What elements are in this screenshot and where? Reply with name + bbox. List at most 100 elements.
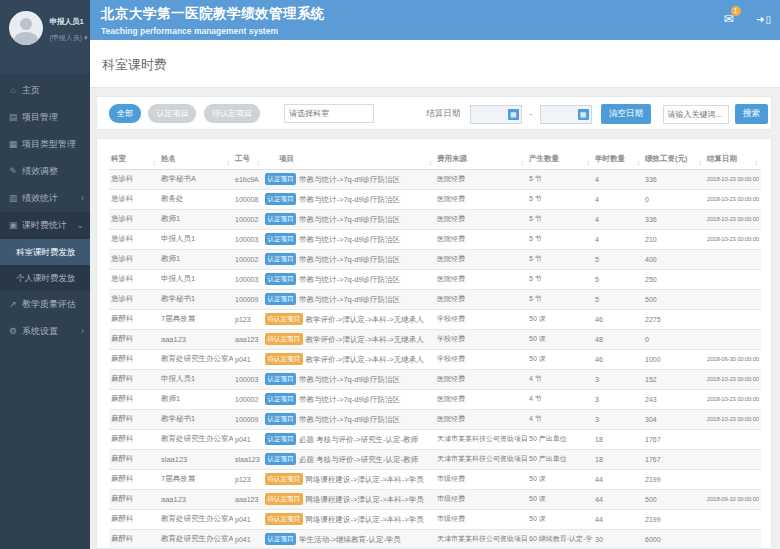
sort-icon[interactable]: ↕ xyxy=(637,159,641,166)
cell-date: 2018-10-23 00:00:00 xyxy=(705,169,761,189)
cell-source: 医院经费 xyxy=(435,269,527,289)
sort-icon[interactable]: ↕ xyxy=(227,159,231,166)
sort-icon[interactable]: ↕ xyxy=(521,159,525,166)
user-panel[interactable]: 申报人员1 (申报人员) ▾ xyxy=(0,0,90,74)
fee-table: 科室↕姓名↕工号↕项目↕费用来源↕产生数量↕学时数量↕绩效工资(元)↕结算日期↕… xyxy=(109,151,761,549)
user-role[interactable]: (申报人员) ▾ xyxy=(49,33,87,43)
project-type-badge[interactable]: 认定项目 xyxy=(265,193,296,205)
project-type-badge[interactable]: 认定项目 xyxy=(265,213,296,225)
column-header[interactable]: 工号↕ xyxy=(233,151,263,169)
sort-icon[interactable]: ↕ xyxy=(429,159,433,166)
project-type-badge[interactable]: 待认定项目 xyxy=(265,513,303,525)
sidebar-item-personal-fee[interactable]: 个人课时费发放 xyxy=(0,265,90,291)
sidebar-item-perf-adjust[interactable]: ✎绩效调整 xyxy=(0,158,90,185)
table-row: 急诊科申报人员1100003认定项目带教与统计->7q-d9诊疗防治区医院经费5… xyxy=(109,269,761,289)
keyword-input[interactable] xyxy=(663,105,729,124)
cell-id: 100008 xyxy=(233,189,263,209)
sidebar-item-fee-stats[interactable]: ▣课时费统计⌄ xyxy=(0,212,90,239)
cell-project: 认定项目学生活动->继续教育-认定-学员 xyxy=(263,529,435,549)
date-start-input[interactable]: ▦ xyxy=(470,105,522,124)
project-type-badge[interactable]: 认定项目 xyxy=(265,433,296,445)
clear-date-button[interactable]: 清空日期 xyxy=(601,104,651,124)
edit-icon: ✎ xyxy=(8,158,18,185)
project-type-badge[interactable]: 待认定项目 xyxy=(265,493,303,505)
dept-select-input[interactable] xyxy=(284,104,374,123)
search-button[interactable]: 搜索 xyxy=(735,104,768,124)
cell-salary: 1000 xyxy=(643,349,705,369)
cell-source: 医院经费 xyxy=(435,389,527,409)
cell-id: 100009 xyxy=(233,289,263,309)
project-type-badge[interactable]: 待认定项目 xyxy=(265,473,303,485)
cell-hours: 5 xyxy=(593,289,643,309)
column-header[interactable]: 项目↕ xyxy=(263,151,435,169)
logout-icon[interactable]: ➜▯ xyxy=(756,14,772,25)
project-type-badge[interactable]: 认定项目 xyxy=(265,413,296,425)
table-row: 急诊科教师1100002认定项目带教与统计->7q-d9诊疗防治区医院经费5 节… xyxy=(109,249,761,269)
sidebar-item-home[interactable]: ⌂主页 xyxy=(0,77,90,104)
column-header[interactable]: 科室↕ xyxy=(109,151,159,169)
cell-name: 教育处研究生办公室A xyxy=(159,429,233,449)
cell-qty: 5 节 xyxy=(527,169,593,189)
column-header[interactable]: 费用来源↕ xyxy=(435,151,527,169)
column-header[interactable]: 结算日期↕ xyxy=(705,151,761,169)
column-header[interactable]: 绩效工资(元)↕ xyxy=(643,151,705,169)
cell-project: 认定项目带教与统计->7q-d9诊疗防治区 xyxy=(263,389,435,409)
project-type-badge[interactable]: 认定项目 xyxy=(265,293,296,305)
table-row: 麻醉科7届典改展p123待认定项目网络课程建设->津认定->本科->学员市级经费… xyxy=(109,469,761,489)
sort-icon[interactable]: ↕ xyxy=(699,159,703,166)
project-type-badge[interactable]: 待认定项目 xyxy=(265,333,303,345)
cell-date xyxy=(705,269,761,289)
cell-salary: 0 xyxy=(643,329,705,349)
project-type-badge[interactable]: 认定项目 xyxy=(265,273,296,285)
sidebar-item-dept-fee[interactable]: 科室课时费发放 xyxy=(0,239,90,265)
project-type-badge[interactable]: 认定项目 xyxy=(265,373,296,385)
sort-icon[interactable]: ↕ xyxy=(755,159,759,166)
sidebar-item-project-mgmt[interactable]: ▤项目管理 xyxy=(0,104,90,131)
sidebar-item-perf-stats[interactable]: ▥绩效统计› xyxy=(0,185,90,212)
chevron-down-icon: ⌄ xyxy=(76,212,84,239)
column-header[interactable]: 产生数量↕ xyxy=(527,151,593,169)
sidebar-group-fee-stats: ▣课时费统计⌄ 科室课时费发放 个人课时费发放 xyxy=(0,212,90,291)
cell-qty: 5 节 xyxy=(527,229,593,249)
grid-icon: ▦ xyxy=(8,131,18,158)
cell-qty: 5 节 xyxy=(527,209,593,229)
sort-icon[interactable]: ↕ xyxy=(257,159,261,166)
cell-qty: 5 节 xyxy=(527,269,593,289)
message-icon[interactable]: ✉1 xyxy=(724,12,734,26)
table-header-row: 科室↕姓名↕工号↕项目↕费用来源↕产生数量↕学时数量↕绩效工资(元)↕结算日期↕ xyxy=(109,151,761,169)
cell-dept: 急诊科 xyxy=(109,249,159,269)
project-type-badge[interactable]: 待认定项目 xyxy=(265,353,303,365)
sidebar-item-quality-eval[interactable]: ↗教学质量评估 xyxy=(0,291,90,318)
project-type-badge[interactable]: 认定项目 xyxy=(265,533,296,545)
cell-name: 申报人员1 xyxy=(159,369,233,389)
cell-hours: 4 xyxy=(593,169,643,189)
cell-source: 市级经费 xyxy=(435,469,527,489)
sidebar-item-settings[interactable]: ⚙系统设置› xyxy=(0,318,90,345)
column-header[interactable]: 姓名↕ xyxy=(159,151,233,169)
cell-source: 医院经费 xyxy=(435,229,527,249)
cell-id: aaa123 xyxy=(233,489,263,509)
calendar-icon[interactable]: ▦ xyxy=(508,109,519,120)
date-end-input[interactable]: ▦ xyxy=(540,105,592,124)
filter-pill-confirmed[interactable]: 认定项目 xyxy=(148,104,196,123)
table-row: 急诊科教学秘书1100009认定项目带教与统计->7q-d9诊疗防治区医院经费5… xyxy=(109,289,761,309)
project-type-badge[interactable]: 认定项目 xyxy=(265,173,296,185)
cell-dept: 麻醉科 xyxy=(109,529,159,549)
calendar-icon[interactable]: ▦ xyxy=(578,109,589,120)
sidebar-item-project-type[interactable]: ▦项目类型管理 xyxy=(0,131,90,158)
cell-qty: 5 节 xyxy=(527,189,593,209)
project-type-badge[interactable]: 待认定项目 xyxy=(265,313,303,325)
project-type-badge[interactable]: 认定项目 xyxy=(265,453,296,465)
filter-pill-all[interactable]: 全部 xyxy=(109,104,141,123)
filter-pill-pending[interactable]: 待认定项目 xyxy=(204,104,260,123)
cell-project: 待认定项目教学评价->津认定->本科->无继承人 xyxy=(263,309,435,329)
cell-salary: 2199 xyxy=(643,509,705,529)
sort-icon[interactable]: ↕ xyxy=(153,159,157,166)
project-type-badge[interactable]: 认定项目 xyxy=(265,393,296,405)
table-row: 麻醉科教育处研究生办公室Ap041待认定项目教学评价->津认定->本科->无继承… xyxy=(109,349,761,369)
project-type-badge[interactable]: 认定项目 xyxy=(265,233,296,245)
cell-salary: 1767 xyxy=(643,449,705,469)
column-header[interactable]: 学时数量↕ xyxy=(593,151,643,169)
sort-icon[interactable]: ↕ xyxy=(587,159,591,166)
project-type-badge[interactable]: 认定项目 xyxy=(265,253,296,265)
